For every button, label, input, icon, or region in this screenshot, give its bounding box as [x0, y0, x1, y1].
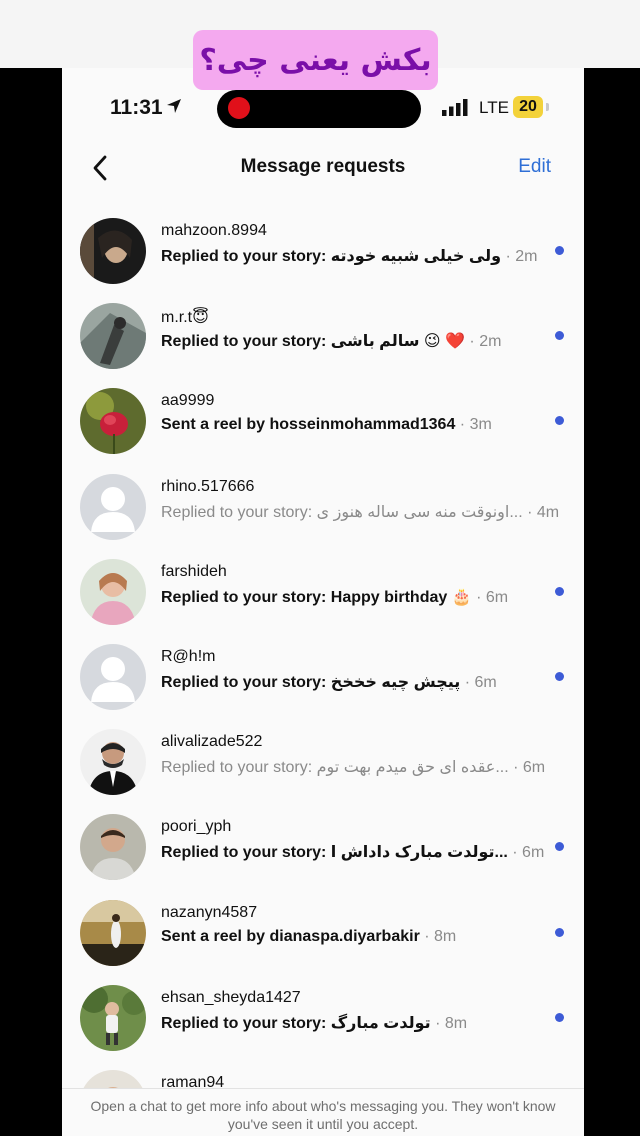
message-text: dianaspa.diyarbakir [269, 927, 420, 945]
username: aa9999 [161, 392, 215, 410]
message-preview: Replied to your story: پیچش چیه خخخخ · 6… [161, 672, 497, 692]
message-text: ولی خیلی شبیه خودته [330, 248, 502, 265]
request-row[interactable]: m.r.t😇 Replied to your story: ❤️ 😉 سالم ب… [62, 293, 584, 378]
unread-dot-icon [555, 331, 564, 341]
phone-screen: 11:31 LTE 20 Message requests Edit mahzo… [62, 68, 584, 1136]
info-notice: Open a chat to get more info about who's… [62, 1088, 584, 1136]
message-time: · 6m [460, 674, 497, 691]
message-time: · 2m [501, 248, 538, 265]
avatar[interactable] [80, 729, 146, 796]
message-preview: Replied to your story: Happy birthday 🎂 … [161, 587, 508, 607]
avatar[interactable] [80, 388, 146, 455]
message-prefix: Replied to your story: [161, 759, 317, 777]
avatar[interactable] [80, 218, 146, 284]
unread-dot-icon [555, 416, 564, 426]
unread-dot-icon [555, 586, 564, 596]
message-time: · 8m [430, 1014, 468, 1032]
network-type: LTE [479, 98, 509, 117]
default-avatar-icon[interactable] [80, 644, 146, 710]
unread-dot-icon [555, 672, 564, 681]
message-text: ...عقده ای حق میدم بهت توم [316, 759, 509, 777]
avatar[interactable] [80, 984, 146, 1051]
username: R@h!m [161, 648, 216, 665]
edit-button[interactable]: Edit [518, 156, 551, 178]
unread-dot-icon [555, 927, 564, 937]
message-preview: Replied to your story: تولدت مبارگ · 8m [161, 1013, 467, 1033]
username: alivalizade522 [161, 733, 263, 751]
message-time: · 6m [471, 588, 509, 606]
request-row[interactable]: nazanyn4587 Sent a reel by dianaspa.diyar… [62, 890, 584, 975]
overlay-caption: بکش یعنی چی؟ [193, 30, 438, 90]
message-time: · 8m [419, 927, 457, 945]
avatar[interactable] [80, 899, 146, 966]
battery-icon: 20 [513, 96, 543, 118]
username: nazanyn4587 [161, 903, 258, 921]
request-row[interactable]: rhino.517666 Replied to your story: ...او… [62, 464, 584, 549]
message-prefix: Replied to your story: [161, 333, 331, 351]
message-text: ❤️ 😉 سالم باشی [330, 333, 465, 351]
username: mahzoon.8994 [161, 222, 267, 239]
unread-dot-icon [555, 1012, 564, 1022]
message-text: ...تولدت مبارک داداش ا [330, 844, 508, 862]
request-row[interactable]: ehsan_sheyda1427 Replied to your story: ت… [62, 975, 584, 1060]
username: farshideh [161, 562, 227, 580]
username: poori_yph [161, 818, 232, 836]
request-row[interactable]: alivalizade522 Replied to your story: ...… [62, 719, 584, 804]
status-time: 11:31 [110, 96, 163, 119]
message-prefix: Replied to your story: [161, 1014, 331, 1032]
request-row[interactable]: aa9999 Sent a reel by hosseinmohammad1364… [62, 378, 584, 463]
unread-dot-icon [555, 246, 564, 255]
username: ehsan_sheyda1427 [161, 988, 301, 1006]
message-prefix: Sent a reel by [161, 416, 270, 434]
battery-tip [546, 103, 549, 111]
message-text: Happy birthday 🎂 [330, 588, 472, 606]
request-row[interactable]: farshideh Replied to your story: Happy bi… [62, 549, 584, 634]
recording-indicator-icon [228, 97, 250, 119]
avatar[interactable] [80, 814, 146, 881]
message-preview: Replied to your story: ولی خیلی شبیه خود… [161, 246, 538, 266]
message-time: · 6m [508, 759, 546, 777]
username: m.r.t😇 [161, 309, 209, 327]
message-text: ...اونوقت منه سی ساله هنوز ی [316, 503, 523, 521]
message-time: · 2m [464, 333, 502, 351]
avatar[interactable] [80, 558, 146, 625]
message-preview: Replied to your story: ...اونوقت منه سی … [161, 502, 559, 522]
message-text: hosseinmohammad1364 [269, 416, 456, 434]
message-preview: Replied to your story: ...عقده ای حق مید… [161, 757, 545, 777]
avatar[interactable] [80, 303, 146, 370]
message-time: · 3m [455, 416, 492, 434]
request-row[interactable]: mahzoon.8994 Replied to your story: ولی خ… [62, 208, 584, 293]
message-prefix: Replied to your story: [161, 503, 317, 521]
message-preview: Sent a reel by dianaspa.diyarbakir · 8m [161, 928, 456, 946]
message-prefix: Replied to your story: [161, 674, 331, 691]
request-row[interactable]: R@h!m Replied to your story: پیچش چیه خخخ… [62, 634, 584, 719]
page-title: Message requests [240, 156, 406, 177]
default-avatar-icon[interactable] [80, 473, 146, 540]
message-preview: Sent a reel by hosseinmohammad1364 · 3m [161, 416, 492, 434]
signal-bars-icon [442, 99, 468, 116]
message-prefix: Replied to your story: [161, 588, 331, 606]
message-preview: Replied to your story: ...تولدت مبارک دا… [161, 842, 544, 862]
message-time: · 6m [507, 844, 545, 862]
message-text: تولدت مبارگ [330, 1014, 431, 1032]
unread-dot-icon [555, 842, 564, 852]
message-time: · 4m [522, 503, 560, 521]
notice-text: Open a chat to get more info about who's… [90, 1098, 556, 1132]
message-prefix: Replied to your story: [161, 844, 331, 862]
message-prefix: Replied to your story: [161, 248, 331, 265]
username: rhino.517666 [161, 477, 255, 495]
message-prefix: Sent a reel by [161, 927, 270, 945]
request-row[interactable]: poori_yph Replied to your story: ...تولدت… [62, 804, 584, 889]
message-preview: Replied to your story: ❤️ 😉 سالم باشی · … [161, 331, 501, 351]
message-text: پیچش چیه خخخخ [330, 674, 461, 691]
location-arrow-icon [167, 99, 181, 113]
